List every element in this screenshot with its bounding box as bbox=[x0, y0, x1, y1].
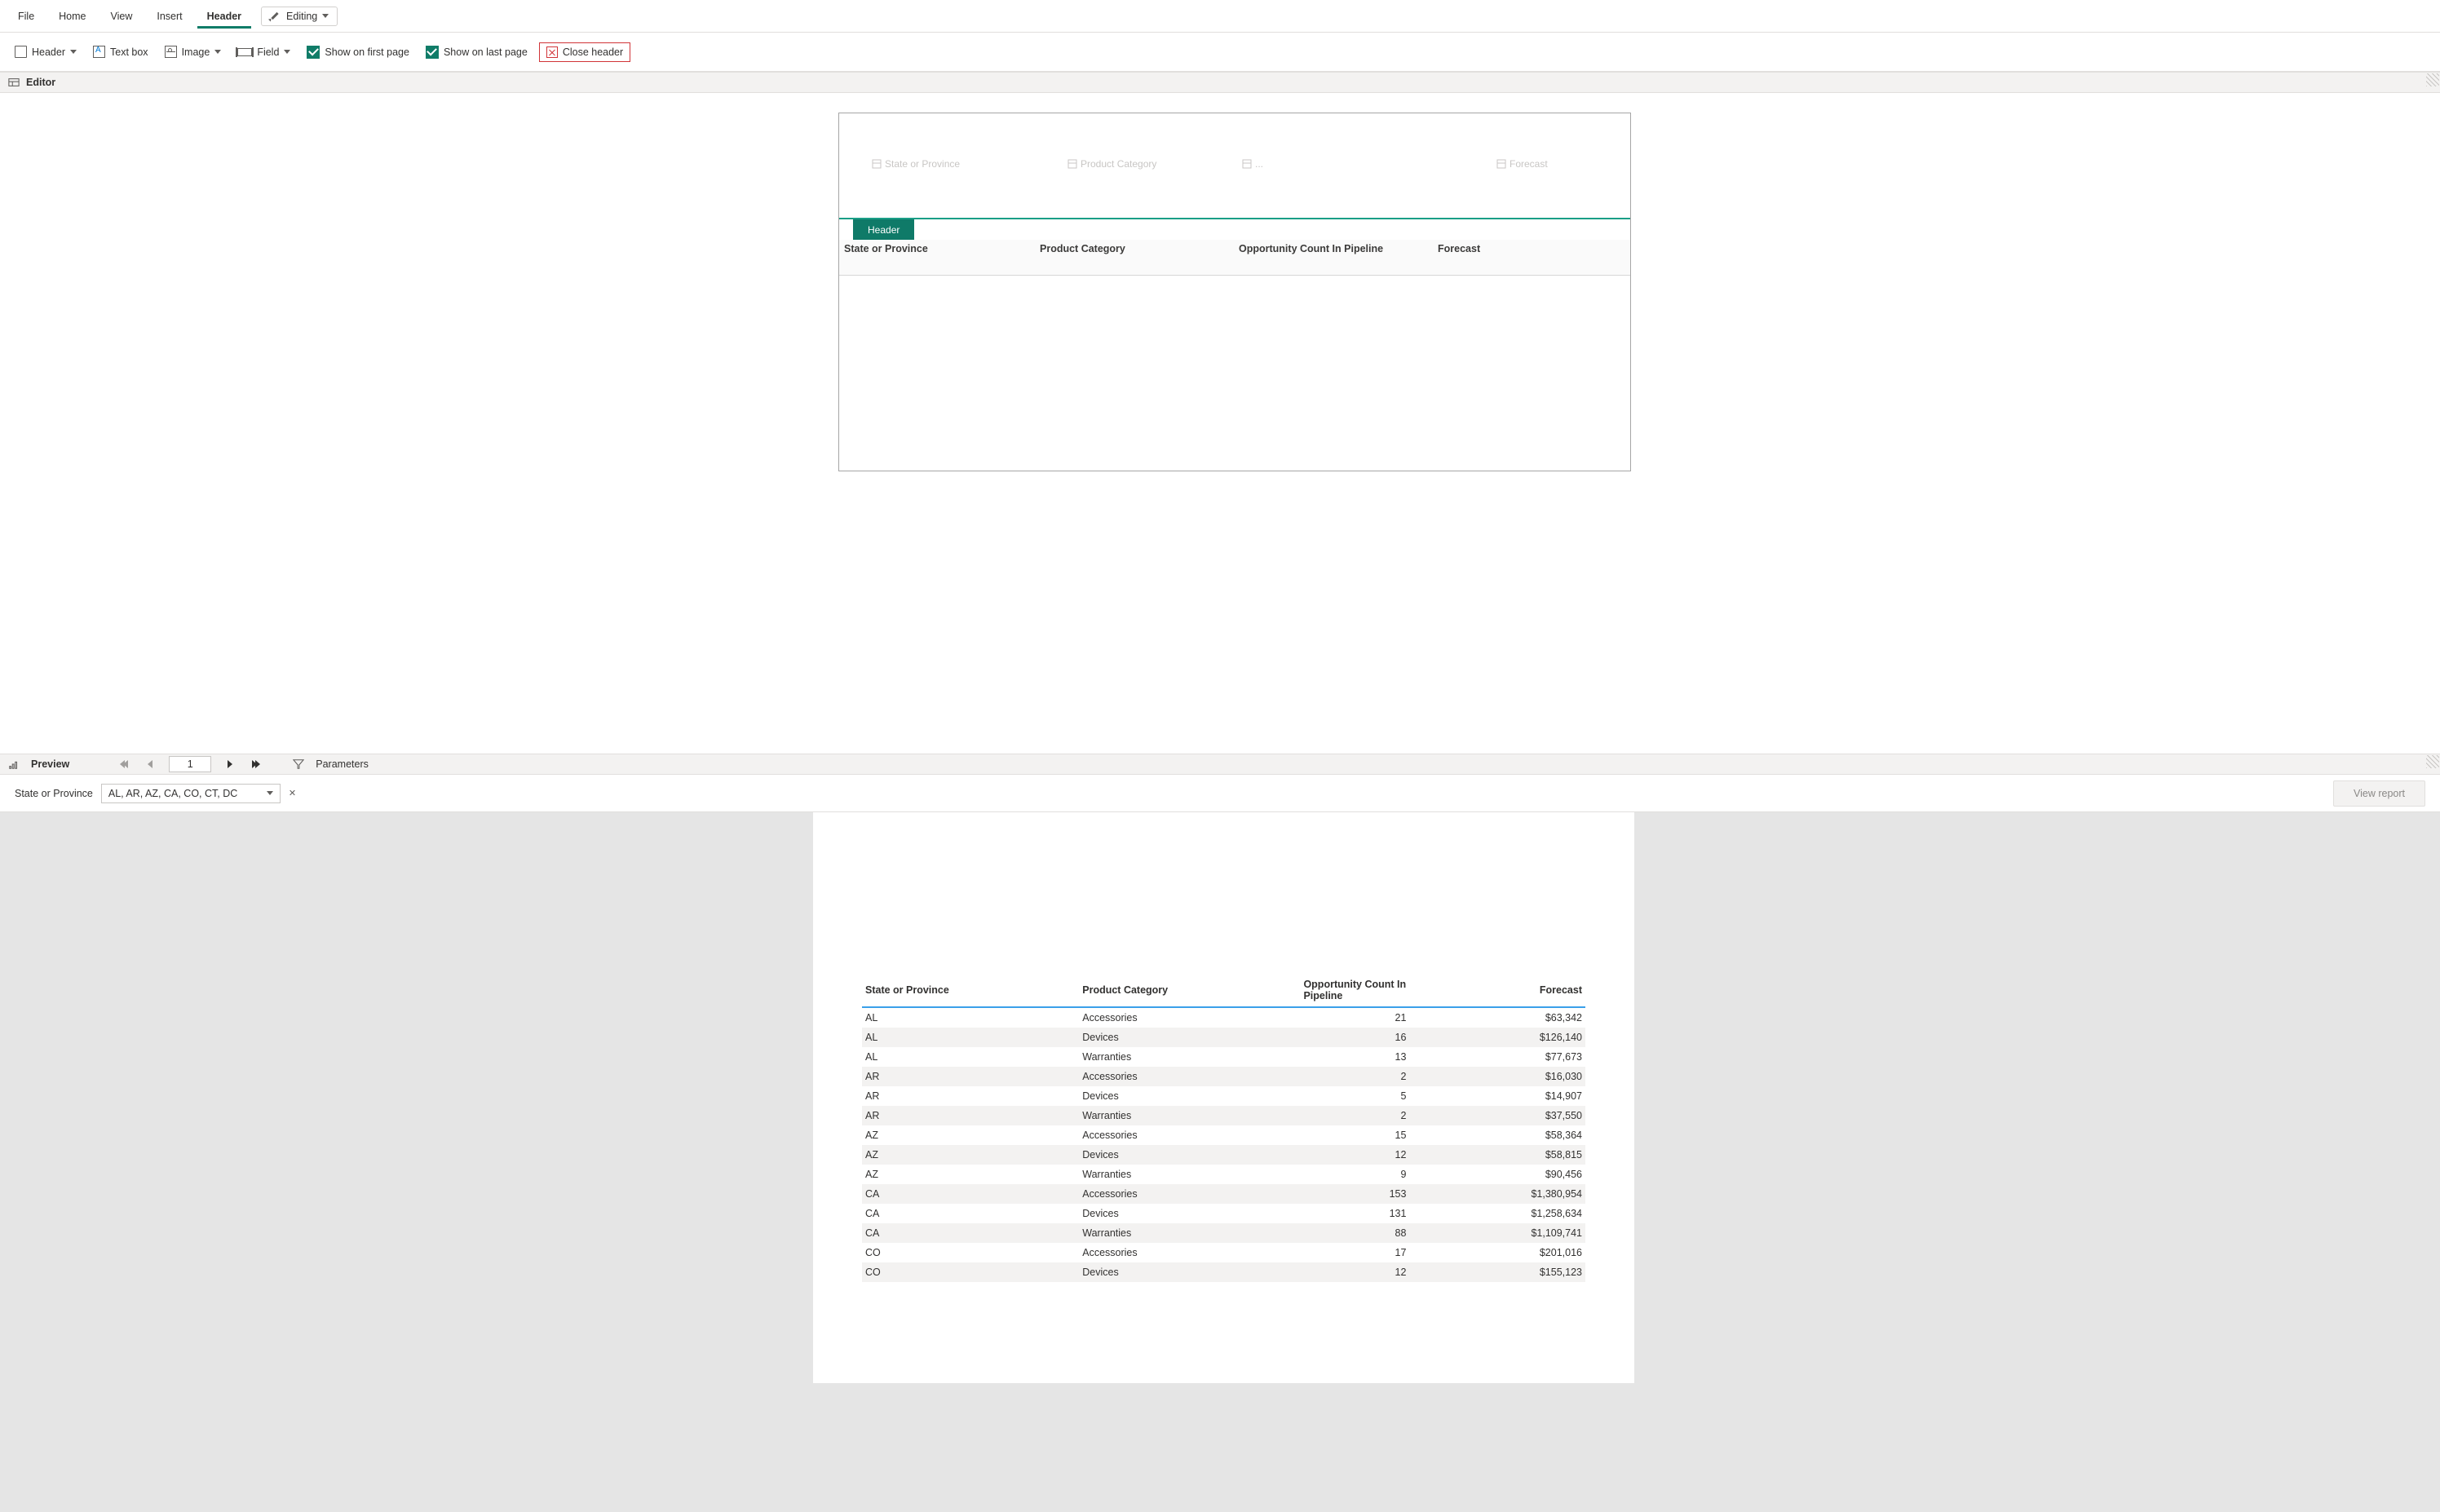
tab-home[interactable]: Home bbox=[49, 4, 95, 29]
show-first-label: Show on first page bbox=[325, 46, 409, 58]
prev-page-button[interactable] bbox=[143, 757, 157, 771]
col-header-category[interactable]: Product Category bbox=[1040, 243, 1125, 254]
checkbox-checked-icon bbox=[307, 46, 320, 59]
image-icon bbox=[165, 46, 177, 58]
next-page-button[interactable] bbox=[223, 757, 237, 771]
chevron-down-icon bbox=[322, 14, 329, 18]
editor-icon bbox=[8, 77, 20, 88]
data-placeholder-opp[interactable]: ... bbox=[1242, 156, 1263, 172]
table-row: ALDevices16$126,140 bbox=[862, 1028, 1585, 1047]
view-report-button[interactable]: View report bbox=[2333, 780, 2425, 807]
insert-field-button[interactable]: Field bbox=[232, 42, 295, 63]
insert-image-button[interactable]: Image bbox=[160, 41, 227, 63]
clear-param-button[interactable]: ✕ bbox=[289, 788, 296, 798]
table-row: ARAccessories2$16,030 bbox=[862, 1067, 1585, 1086]
checkbox-checked-icon bbox=[426, 46, 439, 59]
table-row: ARDevices5$14,907 bbox=[862, 1086, 1585, 1106]
tab-view[interactable]: View bbox=[101, 4, 143, 29]
show-on-first-page-toggle[interactable]: Show on first page bbox=[302, 41, 414, 64]
table-row: CODevices12$155,123 bbox=[862, 1262, 1585, 1282]
close-header-label: Close header bbox=[563, 46, 623, 58]
editor-section-label: Editor bbox=[26, 77, 55, 88]
table-header-row[interactable]: State or Province Product Category Oppor… bbox=[839, 240, 1630, 276]
parameters-label[interactable]: Parameters bbox=[316, 758, 369, 770]
field-icon bbox=[237, 48, 252, 56]
param-state-dropdown[interactable]: AL, AR, AZ, CA, CO, CT, DC bbox=[101, 784, 281, 803]
page-number-input[interactable]: 1 bbox=[169, 756, 211, 772]
report-table: State or Province Product Category Oppor… bbox=[862, 974, 1585, 1282]
data-placeholder-state[interactable]: State or Province bbox=[872, 156, 960, 172]
chevron-down-icon bbox=[284, 50, 290, 54]
first-page-button[interactable] bbox=[117, 757, 131, 771]
table-row: COAccessories17$201,016 bbox=[862, 1243, 1585, 1262]
preview-section-label: Preview bbox=[31, 758, 69, 770]
pencil-icon bbox=[270, 11, 281, 22]
insert-header-button[interactable]: Header bbox=[10, 41, 82, 63]
th-category: Product Category bbox=[1079, 974, 1300, 1007]
col-header-opp[interactable]: Opportunity Count In Pipeline bbox=[1239, 243, 1394, 254]
close-header-button[interactable]: Close header bbox=[539, 42, 630, 62]
last-page-button[interactable] bbox=[249, 757, 263, 771]
table-row: ALWarranties13$77,673 bbox=[862, 1047, 1585, 1067]
show-on-last-page-toggle[interactable]: Show on last page bbox=[421, 41, 533, 64]
page-icon bbox=[15, 46, 27, 58]
chevron-down-icon bbox=[267, 791, 273, 795]
collapse-preview-handle[interactable] bbox=[2425, 754, 2440, 769]
table-row: AZWarranties9$90,456 bbox=[862, 1165, 1585, 1184]
rendered-report-page: State or Province Product Category Oppor… bbox=[813, 812, 1634, 1383]
textbox-icon bbox=[93, 46, 105, 58]
chevron-down-icon bbox=[214, 50, 221, 54]
insert-header-label: Header bbox=[32, 46, 65, 58]
param-state-value: AL, AR, AZ, CA, CO, CT, DC bbox=[108, 788, 237, 799]
report-design-surface[interactable]: Header State or Province Product Categor… bbox=[838, 113, 1631, 471]
preview-viewport[interactable]: State or Province Product Category Oppor… bbox=[0, 812, 2440, 1512]
editor-section-bar: Editor bbox=[0, 72, 2440, 93]
insert-field-label: Field bbox=[257, 46, 279, 58]
preview-icon bbox=[8, 758, 20, 770]
editing-mode-button[interactable]: Editing bbox=[261, 7, 338, 26]
header-ribbon: Header Text box Image Field Show on firs… bbox=[0, 33, 2440, 72]
param-state-label: State or Province bbox=[15, 788, 93, 799]
editor-canvas[interactable]: Header State or Province Product Categor… bbox=[0, 93, 2440, 754]
insert-textbox-button[interactable]: Text box bbox=[88, 41, 153, 63]
data-placeholder-forecast[interactable]: Forecast bbox=[1496, 156, 1548, 172]
table-row: AZDevices12$58,815 bbox=[862, 1145, 1585, 1165]
header-region-tab[interactable]: Header bbox=[853, 219, 914, 241]
collapse-editor-handle[interactable] bbox=[2425, 73, 2440, 87]
insert-textbox-label: Text box bbox=[110, 46, 148, 58]
tab-header[interactable]: Header bbox=[197, 4, 251, 29]
col-header-forecast[interactable]: Forecast bbox=[1438, 243, 1480, 254]
data-placeholder-category[interactable]: Product Category bbox=[1068, 156, 1156, 172]
table-row: ARWarranties2$37,550 bbox=[862, 1106, 1585, 1125]
menu-tabs: File Home View Insert Header Editing bbox=[0, 0, 2440, 33]
col-header-state[interactable]: State or Province bbox=[844, 243, 928, 254]
tab-insert[interactable]: Insert bbox=[147, 4, 192, 29]
editing-label: Editing bbox=[286, 11, 317, 22]
tab-file[interactable]: File bbox=[8, 4, 44, 29]
th-state: State or Province bbox=[862, 974, 1079, 1007]
table-row: AZAccessories15$58,364 bbox=[862, 1125, 1585, 1145]
table-row: CADevices131$1,258,634 bbox=[862, 1204, 1585, 1223]
close-icon bbox=[546, 46, 558, 58]
parameter-bar: State or Province AL, AR, AZ, CA, CO, CT… bbox=[0, 775, 2440, 812]
filter-icon[interactable] bbox=[293, 758, 304, 770]
table-row: CAAccessories153$1,380,954 bbox=[862, 1184, 1585, 1204]
table-row: CAWarranties88$1,109,741 bbox=[862, 1223, 1585, 1243]
table-row: ALAccessories21$63,342 bbox=[862, 1007, 1585, 1028]
show-last-label: Show on last page bbox=[444, 46, 528, 58]
th-forecast: Forecast bbox=[1447, 974, 1585, 1007]
th-opp: Opportunity Count In Pipeline bbox=[1300, 974, 1447, 1007]
chevron-down-icon bbox=[70, 50, 77, 54]
insert-image-label: Image bbox=[182, 46, 210, 58]
preview-section-bar: Preview 1 Parameters bbox=[0, 754, 2440, 775]
